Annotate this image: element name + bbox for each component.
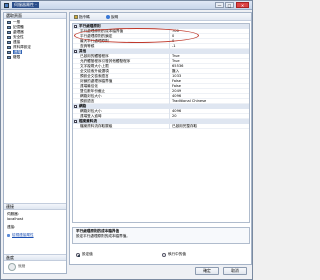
help-icon (106, 15, 110, 19)
page-icon (7, 36, 11, 39)
connection-properties-icon (7, 234, 10, 237)
collapse-icon[interactable]: − (74, 105, 78, 109)
page-icon (7, 56, 11, 59)
page-list: 一般 記憶體 處理器 安全性 連接 資料庫設定 進階 權限 (4, 19, 66, 60)
progress-section: 進度 就緒 (4, 254, 66, 274)
script-icon (74, 15, 78, 19)
minimize-button[interactable]: — (215, 2, 224, 8)
connection-section: 連接 伺服器: localhost 連接: 檢視連接屬性 (4, 203, 66, 253)
radio-dot (76, 253, 80, 257)
value-mode-radios: 設定值 執行中的值 (72, 248, 250, 262)
page-icon (7, 31, 11, 34)
script-button[interactable]: 指令碼 (72, 14, 92, 20)
page-icon (7, 41, 11, 44)
right-pane: 指令碼 說明 − 平行處理原則 平行處理原則的成本臨界值 700 平行處理原則的鎖… (69, 12, 252, 265)
maximize-button[interactable]: □ (225, 2, 234, 8)
description-text: 設定平行處理原則的成本臨界值。 (76, 234, 130, 238)
page-icon (7, 51, 11, 54)
description-pane: 平行處理原則的成本臨界值 設定平行處理原則的成本臨界值。 (72, 227, 250, 244)
toolbar: 指令碼 說明 (70, 13, 251, 21)
collapse-icon[interactable]: − (74, 50, 78, 54)
server-properties-window: 伺服器屬性 - — □ ✕ 選取頁面 一般 記憶體 處理器 安全性 連接 資料庫… (0, 0, 253, 280)
close-button[interactable]: ✕ (236, 2, 249, 8)
configured-values-radio[interactable]: 設定值 (76, 252, 93, 257)
property-value[interactable]: 已啟用完整存取 (169, 124, 249, 129)
app-icon (4, 3, 9, 8)
progress-header: 進度 (4, 255, 66, 261)
help-button[interactable]: 說明 (104, 14, 120, 20)
radio-dot (162, 253, 166, 257)
progress-status: 就緒 (18, 264, 26, 268)
collapse-icon[interactable]: − (74, 25, 78, 29)
running-values-radio[interactable]: 執行中的值 (162, 252, 186, 257)
page-icon (7, 26, 11, 29)
property-grid: − 平行處理原則 平行處理原則的成本臨界值 700 平行處理原則的鎖定 0 最大平行… (72, 23, 250, 223)
progress-spinner-icon (8, 263, 16, 271)
page-item-permissions[interactable]: 權限 (7, 55, 66, 60)
collapse-icon[interactable]: − (74, 120, 78, 124)
view-connection-properties[interactable]: 檢視連接屬性 (7, 233, 64, 238)
page-icon (7, 21, 11, 24)
cancel-button[interactable]: 取消 (223, 267, 247, 275)
view-connection-properties-link[interactable]: 檢視連接屬性 (12, 233, 34, 237)
ok-button[interactable]: 確定 (195, 267, 219, 275)
property-row[interactable]: 檔案資料流存取層級 已啟用完整存取 (73, 124, 249, 129)
page-icon (7, 46, 11, 49)
window-title: 伺服器屬性 - (12, 2, 39, 8)
left-pane: 選取頁面 一般 記憶體 處理器 安全性 連接 資料庫設定 進階 權限 連接 伺服… (3, 12, 67, 274)
title-bar[interactable]: 伺服器屬性 - — □ ✕ (1, 1, 252, 10)
